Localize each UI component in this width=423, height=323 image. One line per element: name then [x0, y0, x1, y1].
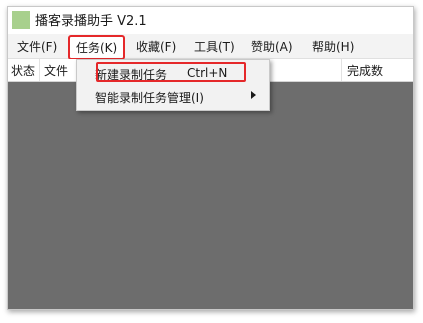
column-header-file[interactable]: 文件 [44, 62, 68, 79]
column-header-completed[interactable]: 完成数 [347, 62, 383, 79]
menu-item-label: 智能录制任务管理(I) [95, 91, 204, 105]
menu-file[interactable]: 文件(F) [17, 38, 57, 55]
menu-sponsor[interactable]: 赞助(A) [251, 38, 293, 55]
column-header-status[interactable]: 状态 [11, 62, 35, 79]
task-list-area[interactable] [8, 82, 413, 309]
menu-help[interactable]: 帮助(H) [312, 38, 354, 55]
submenu-arrow-icon [251, 91, 256, 99]
app-window: 播客录播助手 V2.1 文件(F) 任务(K) 收藏(F) 工具(T) 赞助(A… [7, 6, 414, 310]
menu-task[interactable]: 任务(K) [68, 35, 126, 60]
app-icon [12, 11, 30, 29]
column-divider[interactable] [341, 59, 342, 81]
window-title: 播客录播助手 V2.1 [35, 14, 147, 29]
menu-item-smart-task-manager[interactable]: 智能录制任务管理(I) [77, 86, 269, 108]
column-divider[interactable] [39, 59, 40, 81]
menu-bar: 文件(F) 任务(K) 收藏(F) 工具(T) 赞助(A) 帮助(H) [8, 34, 413, 60]
highlight-annotation [96, 62, 246, 82]
title-bar[interactable]: 播客录播助手 V2.1 [8, 7, 413, 33]
menu-tools[interactable]: 工具(T) [194, 38, 235, 55]
menu-favorites[interactable]: 收藏(F) [136, 38, 176, 55]
